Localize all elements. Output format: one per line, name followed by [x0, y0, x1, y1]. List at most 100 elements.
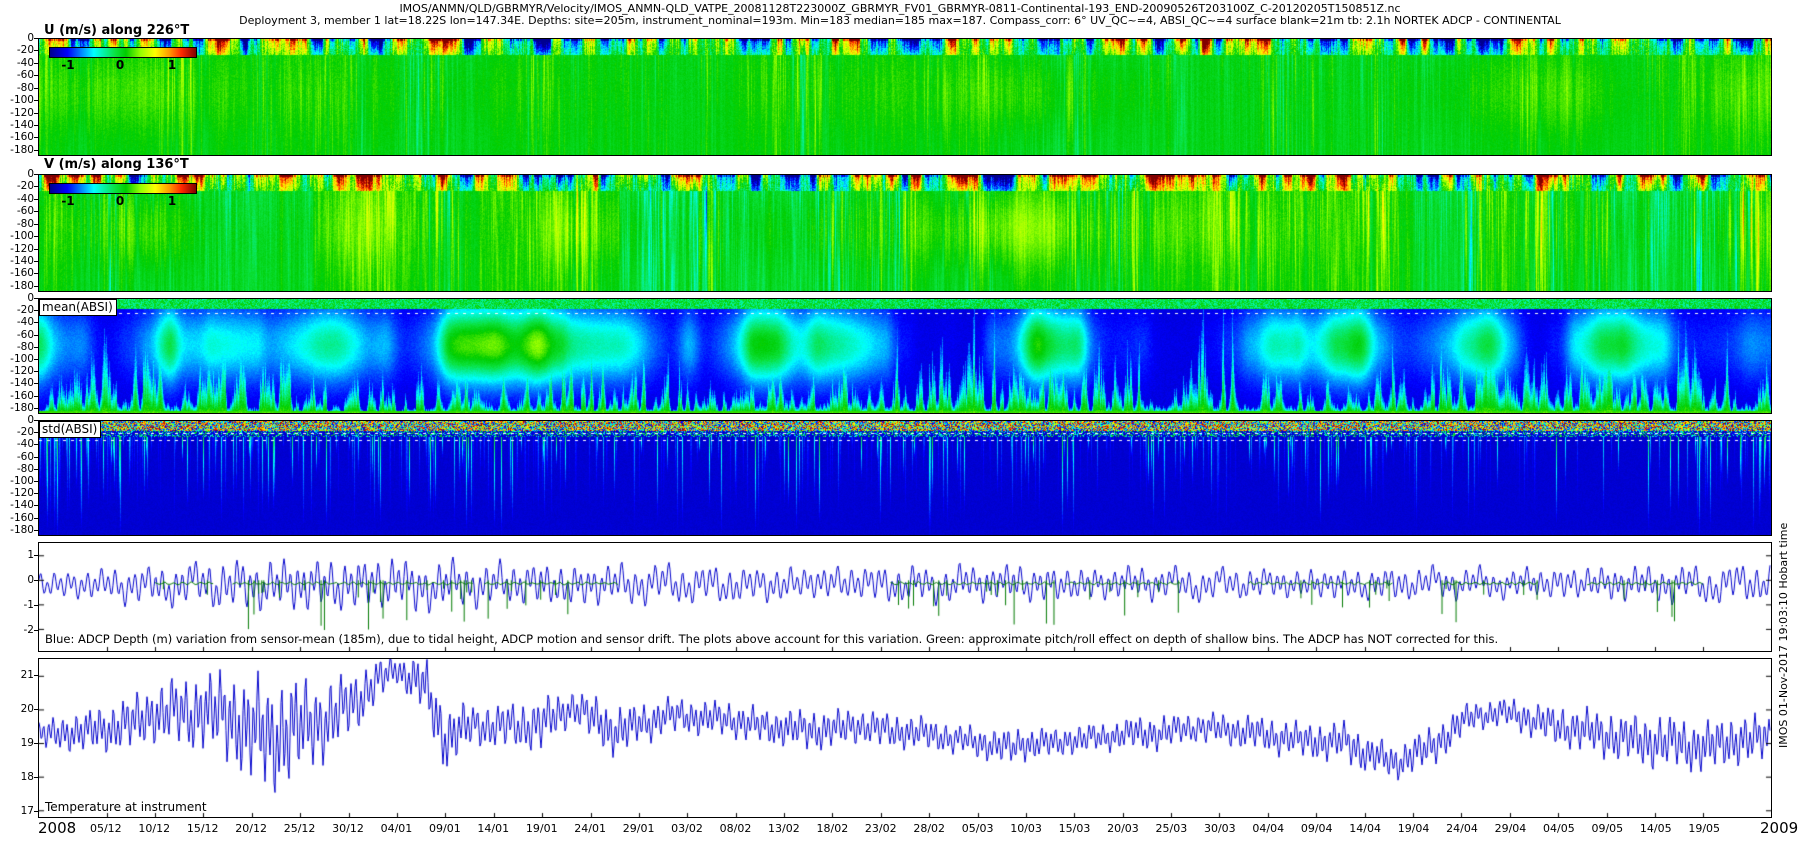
y-tick-mark: [34, 777, 38, 778]
y-tick-mark: [34, 605, 38, 606]
panel-title-u: U (m/s) along 226°T: [44, 23, 189, 38]
panel-label-std-absi: std(ABSI): [39, 421, 101, 438]
x-tick-label: 10/12: [138, 822, 170, 835]
heatmap-panel-mean-absi: mean(ABSI): [38, 298, 1772, 414]
y-tick-label: -160: [0, 390, 34, 402]
y-tick-mark: [34, 50, 38, 51]
y-tick-label: -120: [0, 107, 34, 119]
temperature-panel: Temperature at instrument: [38, 658, 1772, 818]
colorbar-u-tick-neg1: -1: [61, 58, 74, 72]
colorbar-u-tick-pos1: 1: [168, 58, 176, 72]
x-tick-label: 25/03: [1156, 822, 1188, 835]
y-tick-mark: [34, 249, 38, 250]
y-tick-label: -160: [0, 267, 34, 279]
x-tick-label: 04/05: [1543, 822, 1575, 835]
temperature-line-canvas: [39, 659, 1771, 817]
y-tick-mark: [34, 408, 38, 409]
x-tick-label: 29/01: [623, 822, 655, 835]
x-tick-label: 14/05: [1640, 822, 1672, 835]
x-tick-label: 09/04: [1301, 822, 1333, 835]
y-tick-mark: [34, 493, 38, 494]
y-tick-mark: [34, 811, 38, 812]
y-tick-label: -40: [0, 438, 34, 450]
y-tick-mark: [34, 580, 38, 581]
y-tick-label: 1: [0, 549, 34, 561]
y-tick-mark: [34, 63, 38, 64]
y-tick-label: -80: [0, 341, 34, 353]
x-tick-label: 05/12: [90, 822, 122, 835]
y-tick-mark: [34, 420, 38, 421]
y-tick-label: -60: [0, 69, 34, 81]
v-velocity-heatmap-canvas: [39, 175, 1771, 291]
panel-title-v: V (m/s) along 136°T: [44, 157, 189, 172]
y-tick-mark: [34, 518, 38, 519]
y-tick-mark: [34, 335, 38, 336]
y-tick-label: -100: [0, 94, 34, 106]
y-tick-label: -60: [0, 329, 34, 341]
x-tick-label: 14/04: [1349, 822, 1381, 835]
y-tick-mark: [34, 150, 38, 151]
y-tick-label: 0: [0, 574, 34, 586]
depth-variation-panel: Blue: ADCP Depth (m) variation from sens…: [38, 542, 1772, 652]
x-tick-label: 14/01: [477, 822, 509, 835]
y-tick-label: -180: [0, 280, 34, 292]
y-tick-mark: [34, 199, 38, 200]
mean-absi-heatmap-canvas: [39, 299, 1771, 413]
depth-variation-annotation: Blue: ADCP Depth (m) variation from sens…: [45, 632, 1498, 646]
y-tick-label: -80: [0, 82, 34, 94]
y-tick-label: -40: [0, 57, 34, 69]
colorbar-v-tick-neg1: -1: [61, 194, 74, 208]
x-tick-label: 30/12: [332, 822, 364, 835]
y-tick-label: -100: [0, 475, 34, 487]
timestamp-side-text: IMOS 01-Nov-2017 19:03:10 Hobart time: [1777, 523, 1790, 748]
x-axis-year-end: 2009: [1760, 819, 1798, 837]
y-tick-label: -20: [0, 180, 34, 192]
x-tick-label: 04/01: [381, 822, 413, 835]
y-tick-label: 0: [0, 168, 34, 180]
y-tick-mark: [34, 396, 38, 397]
y-tick-mark: [34, 286, 38, 287]
colorbar-v: [49, 183, 197, 194]
x-tick-label: 20/03: [1107, 822, 1139, 835]
y-tick-mark: [34, 469, 38, 470]
y-tick-mark: [34, 273, 38, 274]
y-tick-label: -100: [0, 230, 34, 242]
y-tick-mark: [34, 371, 38, 372]
y-tick-label: -20: [0, 426, 34, 438]
y-tick-label: 0: [0, 32, 34, 44]
y-tick-mark: [34, 100, 38, 101]
title-deployment-info: Deployment 3, member 1 lat=18.22S lon=14…: [0, 14, 1800, 27]
y-tick-mark: [34, 137, 38, 138]
x-tick-label: 19/01: [526, 822, 558, 835]
y-tick-label: -2: [0, 624, 34, 636]
x-tick-label: 15/12: [187, 822, 219, 835]
std-absi-heatmap-canvas: [39, 421, 1771, 535]
y-tick-label: -60: [0, 205, 34, 217]
y-tick-label: 18: [0, 771, 34, 783]
x-tick-label: 15/03: [1059, 822, 1091, 835]
y-tick-label: -20: [0, 44, 34, 56]
y-tick-mark: [34, 310, 38, 311]
y-tick-mark: [34, 347, 38, 348]
y-tick-label: -180: [0, 402, 34, 414]
colorbar-v-tick-pos1: 1: [168, 194, 176, 208]
y-tick-mark: [34, 432, 38, 433]
y-tick-label: 17: [0, 805, 34, 817]
y-tick-mark: [34, 224, 38, 225]
x-tick-label: 23/02: [865, 822, 897, 835]
y-tick-label: 19: [0, 737, 34, 749]
y-tick-mark: [34, 709, 38, 710]
x-tick-label: 18/02: [816, 822, 848, 835]
y-tick-label: -160: [0, 131, 34, 143]
y-tick-label: -140: [0, 255, 34, 267]
y-tick-mark: [34, 359, 38, 360]
x-tick-label: 28/02: [913, 822, 945, 835]
y-tick-mark: [34, 211, 38, 212]
y-tick-label: -40: [0, 193, 34, 205]
y-tick-mark: [34, 530, 38, 531]
heatmap-panel-u: -1 0 1: [38, 38, 1772, 156]
y-tick-mark: [34, 383, 38, 384]
y-tick-label: 20: [0, 703, 34, 715]
y-tick-label: -1: [0, 599, 34, 611]
panel-label-mean-absi: mean(ABSI): [39, 299, 117, 316]
